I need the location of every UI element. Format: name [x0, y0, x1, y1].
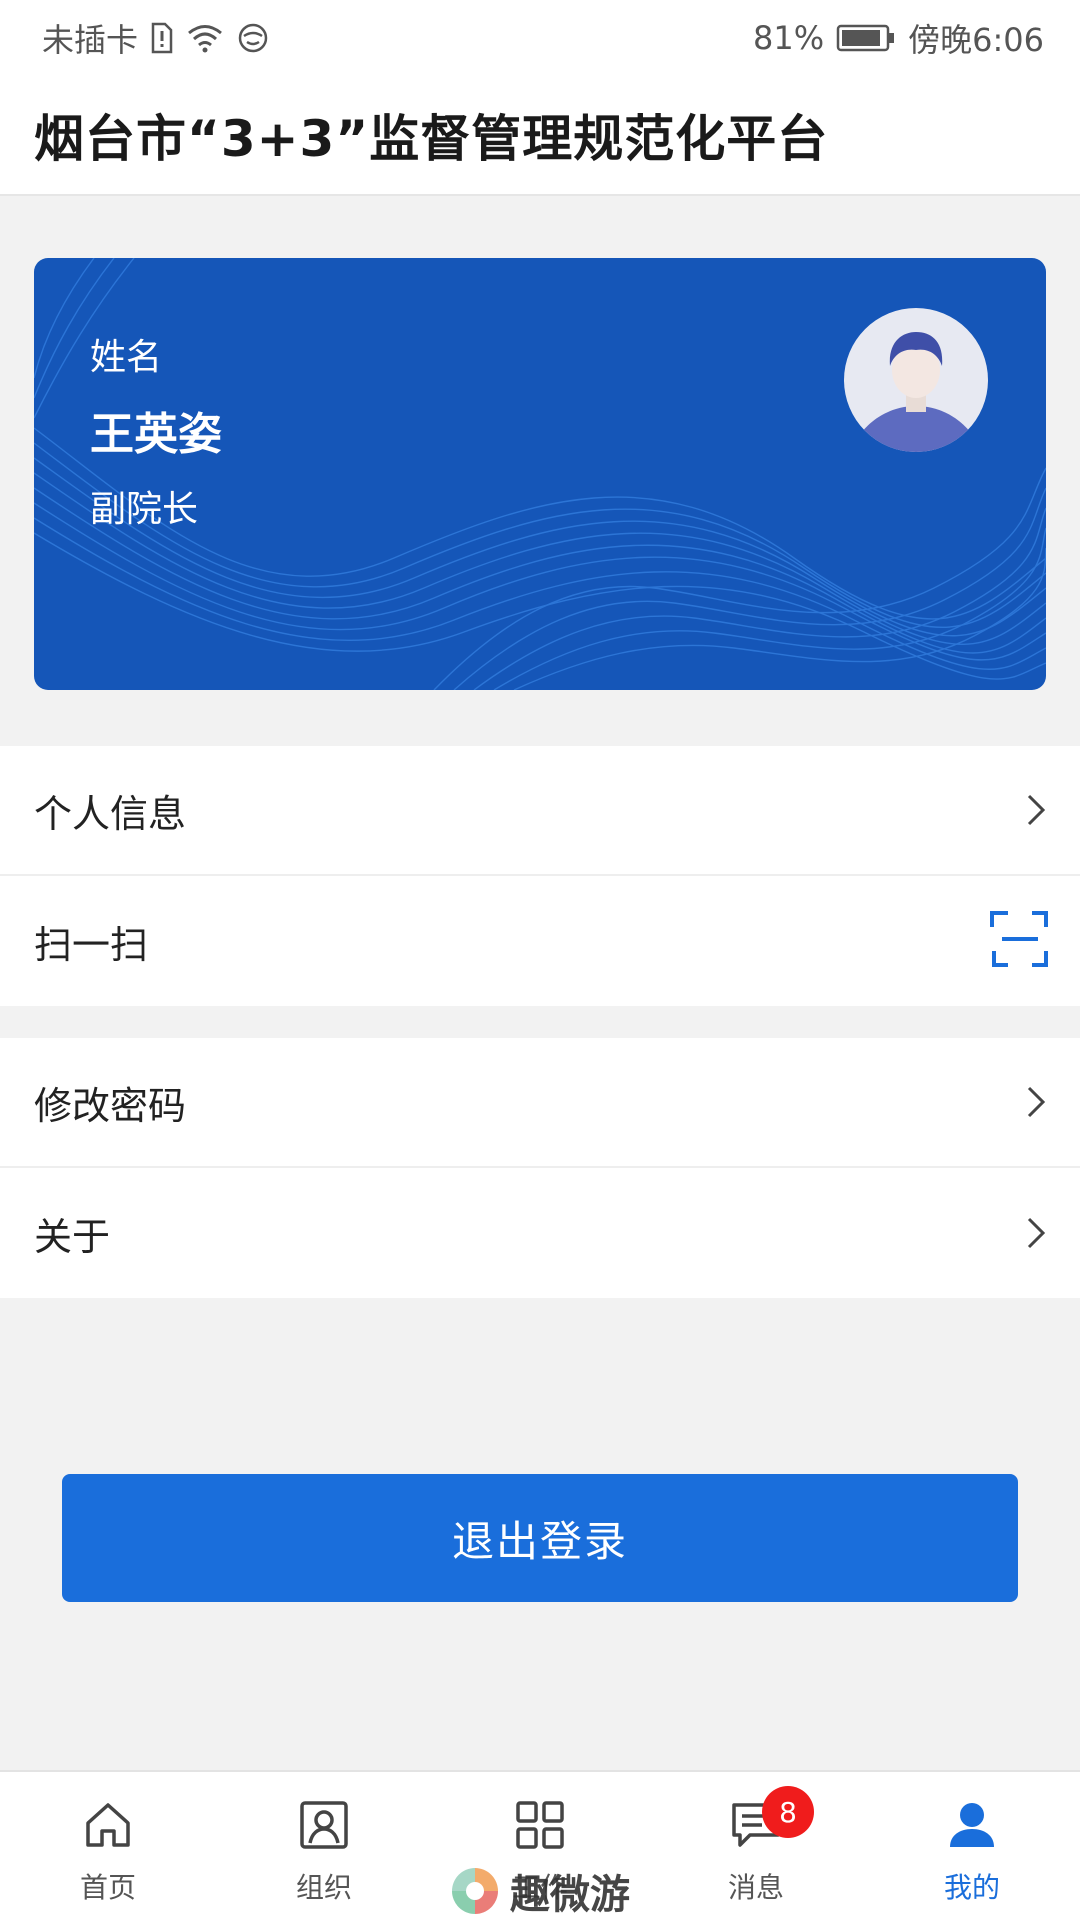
menu-item-change-password[interactable]: 修改密码 — [0, 1038, 1080, 1168]
menu-item-label: 关于 — [34, 1214, 111, 1259]
unread-badge: 8 — [762, 1786, 814, 1838]
status-right: 81% 傍晚6:06 — [753, 15, 1044, 61]
menu-group-primary: 个人信息 扫一扫 — [0, 746, 1080, 1006]
scan-icon[interactable] — [990, 909, 1050, 973]
sim-icon — [150, 22, 174, 54]
battery-percent: 81% — [753, 19, 825, 57]
avatar[interactable] — [844, 308, 988, 452]
menu-item-label: 个人信息 — [34, 791, 187, 836]
tab-label: 消息 — [727, 1871, 784, 1904]
grid-icon — [513, 1798, 567, 1852]
tab-mine[interactable]: 我的 — [864, 1772, 1080, 1920]
watermark-logo-icon — [452, 1868, 498, 1914]
chevron-right-icon — [1022, 790, 1050, 830]
watermark-text: 趣微游 — [510, 1872, 630, 1918]
home-icon — [81, 1798, 135, 1852]
chevron-right-icon — [1022, 1213, 1050, 1253]
watermark: 趣微游 — [448, 1862, 630, 1920]
logout-button[interactable]: 退出登录 — [62, 1474, 1018, 1602]
wifi-icon — [186, 22, 224, 54]
app-header: 烟台市“3+3”监督管理规范化平台 — [0, 76, 1080, 196]
name-label: 姓名 — [90, 337, 163, 378]
user-name: 王英姿 — [90, 409, 222, 460]
menu-group-secondary: 修改密码 关于 — [0, 1038, 1080, 1298]
status-bar: 未插卡 81% 傍晚6:06 — [0, 0, 1080, 76]
clock: 傍晚6:06 — [908, 21, 1044, 59]
menu-item-label: 修改密码 — [34, 1083, 187, 1128]
menu-item-personal-info[interactable]: 个人信息 — [0, 746, 1080, 876]
org-icon — [297, 1798, 351, 1852]
hotspot-icon — [236, 22, 270, 54]
user-role: 副院长 — [90, 489, 199, 530]
avatar-person-icon — [856, 332, 976, 452]
profile-card: 姓名 王英姿 副院长 — [34, 258, 1046, 690]
user-icon — [945, 1798, 999, 1852]
menu-item-scan[interactable]: 扫一扫 — [0, 876, 1080, 1006]
tab-messages[interactable]: 消息 8 — [648, 1772, 864, 1920]
tab-label: 首页 — [79, 1871, 136, 1904]
tab-label: 组织 — [295, 1871, 352, 1904]
tab-label: 我的 — [943, 1871, 1000, 1904]
menu-item-about[interactable]: 关于 — [0, 1168, 1080, 1298]
carrier-text: 未插卡 — [42, 21, 139, 59]
tab-home[interactable]: 首页 — [0, 1772, 216, 1920]
battery-icon — [836, 23, 896, 53]
page-title: 烟台市“3+3”监督管理规范化平台 — [34, 110, 829, 168]
tab-org[interactable]: 组织 — [216, 1772, 432, 1920]
status-left: 未插卡 — [42, 15, 270, 61]
menu-item-label: 扫一扫 — [34, 922, 149, 967]
chevron-right-icon — [1022, 1082, 1050, 1122]
